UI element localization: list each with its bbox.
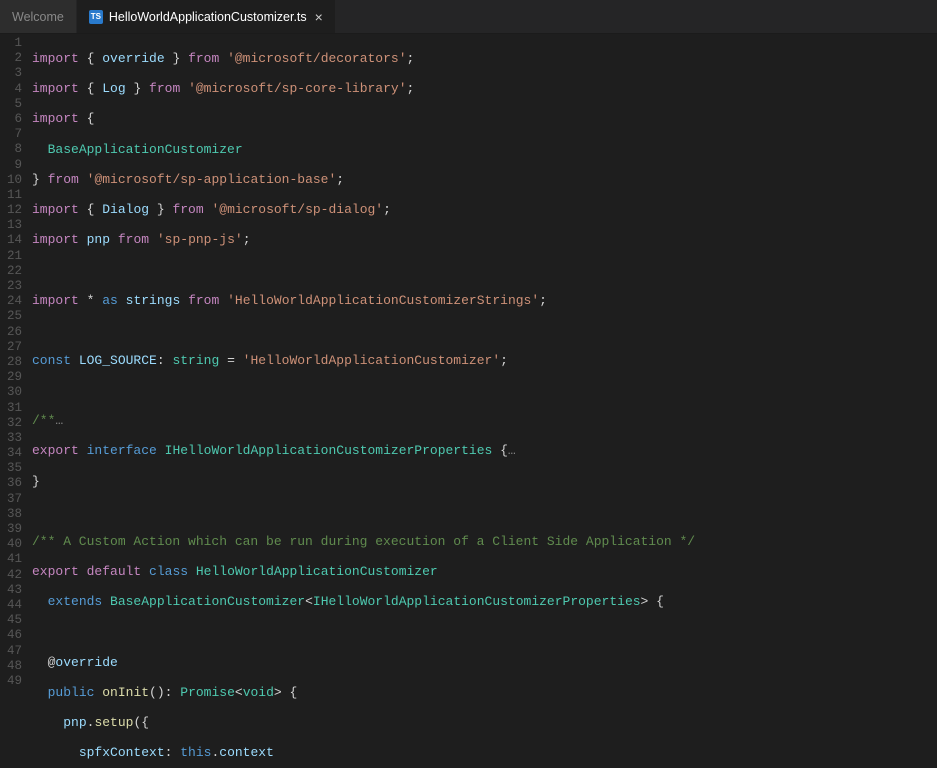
line-number: 9 — [0, 158, 32, 173]
line-number: 47 — [0, 644, 32, 659]
line-number: 45 — [0, 613, 32, 628]
line-number: 35 — [0, 461, 32, 476]
line-number: 33 — [0, 431, 32, 446]
line-number: 43 — [0, 583, 32, 598]
line-number: 44 — [0, 598, 32, 613]
line-number: 26 — [0, 325, 32, 340]
line-number: 28 — [0, 355, 32, 370]
line-number: 46 — [0, 628, 32, 643]
typescript-icon: TS — [89, 10, 103, 24]
line-number: 49 — [0, 674, 32, 689]
line-number: 3 — [0, 66, 32, 81]
line-number: 31 — [0, 401, 32, 416]
tab-active-file[interactable]: TS HelloWorldApplicationCustomizer.ts × — [77, 0, 335, 33]
code-content[interactable]: import { override } from '@microsoft/dec… — [32, 34, 937, 768]
line-number: 1 — [0, 36, 32, 51]
line-number: 36 — [0, 476, 32, 491]
line-number: 24 — [0, 294, 32, 309]
line-number: 32 — [0, 416, 32, 431]
line-number: 34 — [0, 446, 32, 461]
line-number: 40 — [0, 537, 32, 552]
line-number: 37 — [0, 492, 32, 507]
line-number: 39 — [0, 522, 32, 537]
line-number: 25 — [0, 309, 32, 324]
line-number: 8 — [0, 142, 32, 157]
close-icon[interactable]: × — [315, 9, 323, 25]
code-editor[interactable]: 1234567891011121314212223242526272829303… — [0, 34, 937, 768]
line-number: 41 — [0, 552, 32, 567]
line-number: 27 — [0, 340, 32, 355]
line-number-gutter: 1234567891011121314212223242526272829303… — [0, 34, 32, 768]
tab-label: HelloWorldApplicationCustomizer.ts — [109, 10, 307, 24]
line-number: 29 — [0, 370, 32, 385]
line-number: 6 — [0, 112, 32, 127]
line-number: 21 — [0, 249, 32, 264]
line-number: 22 — [0, 264, 32, 279]
line-number: 10 — [0, 173, 32, 188]
line-number: 11 — [0, 188, 32, 203]
line-number: 12 — [0, 203, 32, 218]
line-number: 38 — [0, 507, 32, 522]
tab-label: Welcome — [12, 10, 64, 24]
tab-welcome[interactable]: Welcome — [0, 0, 77, 33]
line-number: 2 — [0, 51, 32, 66]
line-number: 13 — [0, 218, 32, 233]
line-number: 42 — [0, 568, 32, 583]
editor-tab-bar: Welcome TS HelloWorldApplicationCustomiz… — [0, 0, 937, 34]
line-number: 7 — [0, 127, 32, 142]
line-number: 5 — [0, 97, 32, 112]
line-number: 48 — [0, 659, 32, 674]
line-number: 30 — [0, 385, 32, 400]
line-number: 23 — [0, 279, 32, 294]
line-number: 14 — [0, 233, 32, 248]
line-number: 4 — [0, 82, 32, 97]
